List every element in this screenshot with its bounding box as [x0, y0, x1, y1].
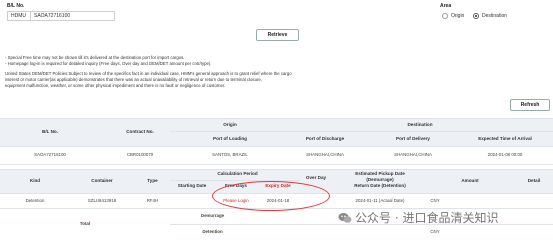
note-3: United States DEM/DET Policies:Subject t…: [5, 71, 292, 76]
charge-top-line: [0, 169, 553, 170]
cell-pod: SHANGHAI,CHINA: [306, 152, 344, 157]
col-pickup-1: Estimated Pickup Date: [355, 171, 405, 176]
cell-eta: 2024-01-08 00:00: [487, 152, 523, 157]
wechat-icon: [338, 212, 352, 223]
radio-destination-circle[interactable]: [473, 13, 479, 19]
col-contract: Contract No.: [126, 129, 154, 134]
total-detention-currency: CNY: [430, 229, 440, 234]
radio-origin[interactable]: Origin: [442, 13, 464, 19]
col-pod: Port of Discharge: [305, 136, 345, 141]
cell-container: SZLU8413918: [87, 198, 117, 203]
col-calc-period: Calculation Period: [217, 171, 258, 176]
col-pol: Port of Loading: [213, 136, 247, 141]
radio-origin-label: Origin: [451, 13, 465, 19]
col-del: Port of Delivery: [396, 136, 430, 141]
col-container: Container: [91, 178, 113, 183]
note-2: - Homepage log-in is required for detail…: [5, 61, 212, 66]
route-top-line: [0, 118, 553, 119]
total-label: Total: [79, 221, 91, 226]
route-header-line: [0, 146, 553, 147]
retrieve-button[interactable]: Retrieve: [256, 29, 299, 41]
col-pickup-2: (Demurrage): [366, 177, 394, 182]
col-eta: Expected Time of Arrival: [478, 136, 532, 141]
cell-del: SHANGHAI,CHINA: [394, 152, 432, 157]
col-amount: Amount: [461, 178, 479, 183]
total-detention-label: Detention: [202, 229, 223, 234]
cell-kind: Detention: [25, 198, 45, 203]
cell-bl: SAOA72716100: [34, 152, 66, 157]
col-detail: Detail: [527, 178, 541, 183]
area-label: Area: [440, 3, 452, 9]
route-table-header: [0, 118, 553, 146]
note-5: equipment malfunction, weather, or some …: [5, 83, 226, 88]
col-kind: Kind: [29, 178, 41, 183]
col-type: Type: [147, 178, 158, 183]
radio-destination-label: Destination: [482, 13, 508, 19]
note-4: interest or motor carrier(as applicable)…: [5, 77, 262, 82]
col-bl: B/L No.: [42, 129, 58, 134]
cell-type: RF4H: [146, 198, 159, 203]
highlight-circle: [212, 181, 330, 211]
col-over-day: Over Day: [305, 175, 327, 180]
watermark: 公众号 · 进口食品清关知识: [338, 209, 498, 226]
cell-contract: CBR0100070: [126, 152, 154, 157]
route-bottom-line: [0, 164, 553, 165]
radio-destination[interactable]: Destination: [473, 13, 507, 19]
col-destination: Destination: [407, 122, 433, 127]
col-origin: Origin: [223, 122, 237, 127]
bl-number-input[interactable]: SAOA72716100: [30, 11, 115, 21]
watermark-text: 公众号 · 进口食品清关知识: [355, 211, 499, 225]
cell-currency: CNY: [430, 198, 440, 203]
cell-pickup: 2024-01-11 (Actual Date): [355, 198, 405, 203]
total-demurrage-label: Demurrage: [200, 213, 225, 218]
bl-label: B/L No.: [7, 3, 25, 9]
radio-origin-circle[interactable]: [442, 13, 448, 19]
route-mid-line: [170, 131, 553, 132]
refresh-button[interactable]: Refresh: [510, 99, 550, 111]
col-pickup-3: Return Date (Detention): [354, 183, 406, 188]
cell-pol: SANTOS, BRAZIL: [212, 152, 248, 157]
note-1: - Special Free time may not be shown til…: [5, 55, 185, 60]
carrier-select[interactable]: HDMU: [7, 11, 32, 21]
col-start: Starting Date: [177, 183, 207, 188]
